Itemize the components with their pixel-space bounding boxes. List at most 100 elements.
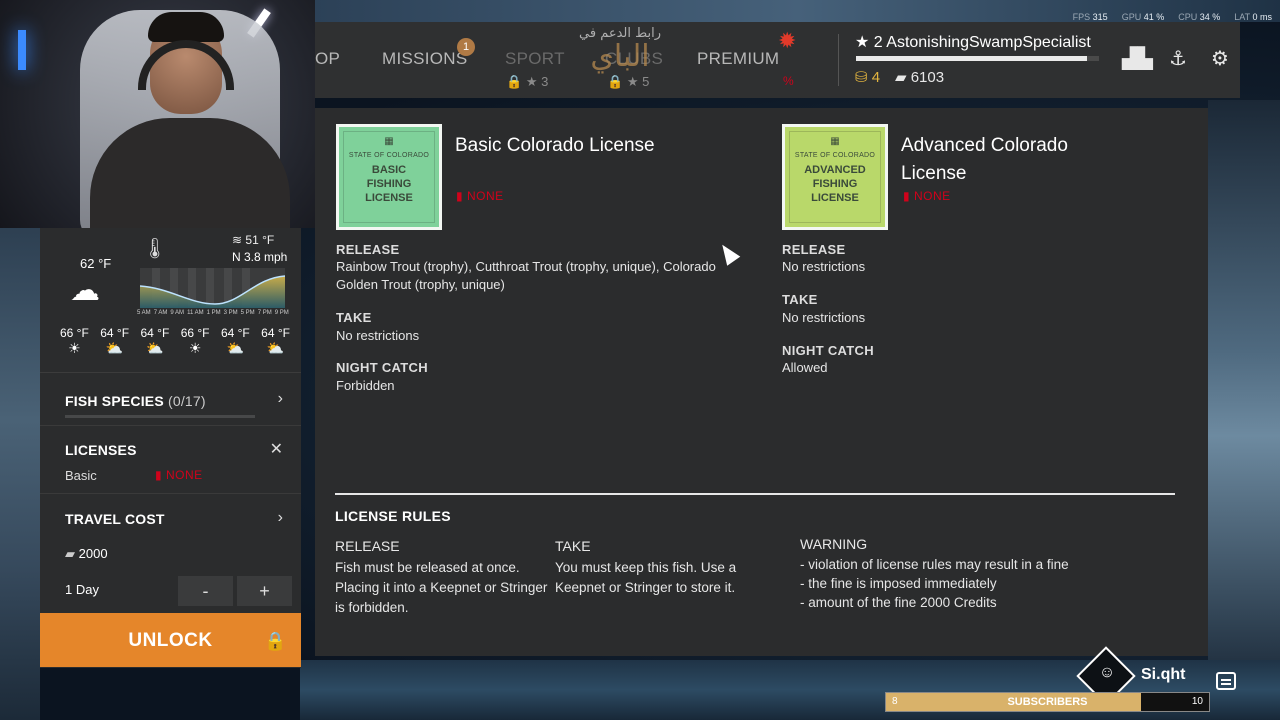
streamer-hair	[148, 12, 224, 42]
tab-premium[interactable]: PREMIUM	[697, 49, 779, 69]
forecast-item: 64 °F ⛅	[140, 326, 170, 356]
rules-warning-heading: WARNING	[800, 536, 868, 552]
fish-species-row[interactable]: FISH SPECIES (0/17) ›	[40, 374, 301, 426]
travel-cost-value: ▰ 2000	[65, 546, 108, 561]
chevron-right-icon[interactable]: ›	[278, 509, 283, 527]
close-icon[interactable]: ✕	[270, 439, 283, 459]
partly-cloudy-icon: ⛅	[146, 340, 164, 356]
support-logo-watermark: رابط الدعم في الباي	[579, 26, 661, 74]
section-divider	[335, 493, 1175, 495]
rules-warning-text: - violation of license rules may result …	[800, 557, 1069, 610]
license-status: ▮ NONE	[155, 468, 203, 482]
top-nav: OP MISSIONS 1 SPORT 🔒 ★ 3 CLUBS 🔒 ★ 5 PR…	[315, 22, 1240, 98]
neon-light	[18, 30, 26, 70]
unlock-button[interactable]: UNLOCK 🔒	[40, 613, 301, 667]
player-name: AstonishingSwampSpecialist	[886, 34, 1091, 51]
forecast-item: 66 °F ☀	[180, 326, 210, 356]
basic-night-heading: NIGHT CATCH	[336, 360, 428, 375]
gold-currency: ⛁ 4	[855, 69, 881, 86]
subs-goal-label: SUBSCRIBERS	[1007, 696, 1088, 708]
community-icon[interactable]: ⚓	[1163, 46, 1193, 74]
credits-icon: ▰	[895, 69, 907, 86]
performance-overlay: FPS 315 GPU 41 % CPU 34 % LAT 0 ms	[1072, 12, 1272, 22]
player-info[interactable]: ★ 2 AstonishingSwampSpecialist	[855, 32, 1091, 52]
advanced-license-card[interactable]: ▦ STATE OF COLORADO ADVANCED FISHING LIC…	[782, 124, 888, 230]
thermometer-icon: 🌡	[142, 238, 168, 260]
forecast-item: 64 °F ⛅	[100, 326, 130, 356]
credits-icon: ▰	[65, 546, 75, 561]
license-card-icon: ▮	[456, 189, 464, 203]
cloud-icon: ☁	[70, 274, 100, 307]
basic-license-card[interactable]: ▦ STATE OF COLORADO BASIC FISHING LICENS…	[336, 124, 442, 230]
advanced-release-value: No restrictions	[782, 259, 866, 274]
advanced-release-heading: RELEASE	[782, 242, 846, 257]
advanced-night-heading: NIGHT CATCH	[782, 343, 874, 358]
lock-icon: 🔒	[264, 631, 287, 651]
licenses-label: LICENSES	[65, 442, 137, 458]
days-stepper: - +	[178, 576, 296, 606]
discount-tag-icon: %	[783, 74, 794, 88]
star-icon: ★	[525, 74, 538, 89]
credits-currency: ▰ 6103	[895, 69, 945, 86]
basic-license-title: Basic Colorado License	[455, 135, 655, 156]
basic-release-heading: RELEASE	[336, 242, 400, 257]
player-level: 2	[873, 34, 883, 51]
licenses-panel: ▦ STATE OF COLORADO BASIC FISHING LICENS…	[315, 108, 1208, 656]
advanced-take-value: No restrictions	[782, 310, 866, 325]
advanced-license-status: ▮ NONE	[903, 189, 951, 203]
tab-shop[interactable]: OP	[315, 49, 340, 69]
xp-progress-bar	[856, 56, 1099, 61]
nav-divider	[838, 34, 839, 86]
license-value: Basic	[65, 468, 97, 483]
wind-speed: N 3.8 mph	[232, 250, 288, 264]
basic-take-value: No restrictions	[336, 328, 420, 343]
partly-cloudy-icon: ⛅	[105, 340, 124, 356]
basic-license-status: ▮ NONE	[456, 189, 504, 203]
rules-take-text: You must keep this fish. Use a Keepnet o…	[555, 560, 737, 595]
chat-icon[interactable]	[1216, 672, 1236, 690]
chevron-right-icon: ›	[277, 390, 283, 407]
rules-release-heading: RELEASE	[335, 538, 400, 554]
location-sidebar: 62 °F ☁ 🌡 ≋ 51 °F N 3.8 mph 5 AM 7 AM 9 …	[40, 228, 301, 668]
us-flag-icon: ▦	[830, 136, 840, 147]
forecast-item: 66 °F ☀	[60, 326, 89, 356]
temperature-graph	[140, 268, 285, 308]
subs-goal-max: 10	[1191, 696, 1203, 707]
basic-take-heading: TAKE	[336, 310, 372, 325]
partly-cloudy-icon: ⛅	[226, 340, 245, 356]
webcam-feed	[0, 0, 315, 228]
forecast-item: 64 °F ⛅	[220, 326, 250, 356]
partly-cloudy-icon: ⛅	[266, 340, 285, 356]
streamer-handle: Si.qht	[1141, 666, 1186, 683]
snapchat-ghost-icon: ☺	[1098, 664, 1116, 681]
advanced-night-value: Allowed	[782, 360, 828, 375]
decrease-days-button[interactable]: -	[178, 576, 233, 606]
advanced-take-heading: TAKE	[782, 292, 818, 307]
increase-days-button[interactable]: +	[237, 576, 292, 606]
subscribers-goal-bar: 8 SUBSCRIBERS 10	[885, 692, 1210, 712]
sun-icon: ☀	[68, 340, 81, 356]
star-icon: ★	[855, 34, 870, 51]
license-rules-title: LICENSE RULES	[335, 508, 451, 524]
rules-release-text: Fish must be released at once. Placing i…	[335, 560, 548, 615]
basic-night-value: Forbidden	[336, 378, 395, 393]
travel-cost-label: TRAVEL COST	[65, 511, 165, 527]
background-right	[1208, 100, 1280, 660]
tab-missions[interactable]: MISSIONS	[382, 49, 468, 69]
species-progress-bar	[65, 415, 255, 418]
travel-cost-section: TRAVEL COST › ▰ 2000 1 Day - +	[40, 495, 301, 613]
sport-requirement: 🔒 ★ 3	[506, 74, 549, 89]
weather-widget: 62 °F ☁ 🌡 ≋ 51 °F N 3.8 mph 5 AM 7 AM 9 …	[40, 228, 301, 373]
tab-sport[interactable]: SPORT	[505, 49, 565, 69]
gold-coins-icon: ⛁	[855, 69, 868, 86]
waves-icon: ≋	[232, 233, 243, 247]
leaderboard-icon[interactable]: ▟▙	[1122, 46, 1153, 74]
us-flag-icon: ▦	[384, 136, 394, 147]
travel-days: 1 Day	[65, 582, 99, 597]
settings-gear-icon[interactable]: ⚙	[1205, 46, 1235, 74]
advanced-license-title: Advanced Colorado License	[901, 135, 1068, 184]
lock-icon: 🔒	[506, 74, 523, 89]
weather-timeline: 5 AM 7 AM 9 AM 11 AM 1 PM 3 PM 5 PM 7 PM 9 PM	[137, 310, 289, 316]
rules-take-heading: TAKE	[555, 538, 591, 554]
water-temperature: ≋ 51 °F	[232, 233, 275, 247]
